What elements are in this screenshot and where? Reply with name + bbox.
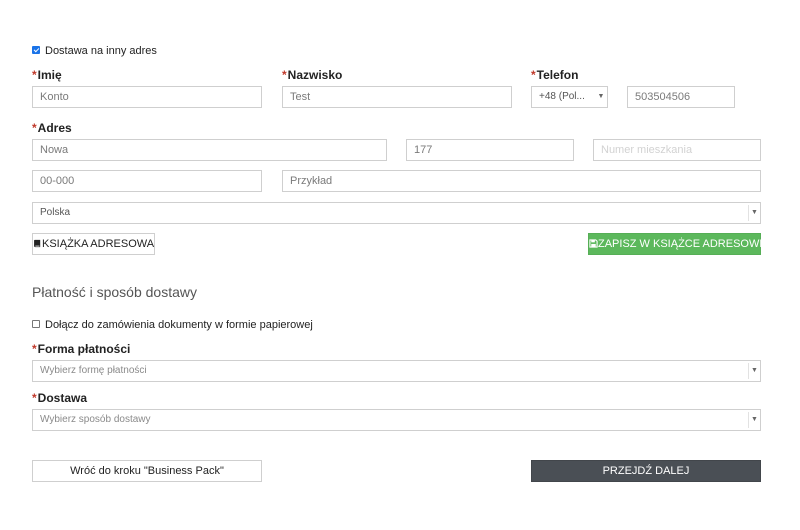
phone-prefix-value: +48 (Pol...: [539, 91, 585, 102]
floppy-disk-icon: [589, 238, 598, 248]
phone-label: *Telefon: [531, 68, 579, 82]
payment-method-select[interactable]: Wybierz formę płatności ▼: [32, 360, 761, 382]
delivery-label: *Dostawa: [32, 391, 88, 405]
last-name-input[interactable]: Test: [282, 86, 512, 108]
first-name-label: *Imię: [32, 68, 62, 82]
paper-docs-label: Dołącz do zamówienia dokumenty w formie …: [45, 319, 313, 331]
street-input[interactable]: Nowa: [32, 139, 387, 161]
address-label: *Adres: [32, 121, 72, 135]
back-button[interactable]: Wróć do kroku "Business Pack": [32, 460, 262, 482]
country-value: Polska: [40, 207, 71, 218]
chevron-down-icon: ▼: [748, 412, 760, 428]
delivery-other-address-checkbox[interactable]: [32, 46, 40, 54]
chevron-down-icon: ▼: [748, 205, 760, 221]
payment-section-title: Płatność i sposób dostawy: [32, 284, 197, 300]
payment-method-placeholder: Wybierz formę płatności: [40, 365, 147, 376]
chevron-down-icon: ▼: [597, 93, 605, 100]
delivery-other-address-label: Dostawa na inny adres: [45, 45, 157, 57]
last-name-label: *Nazwisko: [282, 68, 343, 82]
phone-input[interactable]: 503504506: [627, 86, 735, 108]
save-address-book-button[interactable]: ZAPISZ W KSIĄŻCE ADRESOWEJ: [588, 233, 772, 255]
chevron-down-icon: ▼: [748, 363, 760, 379]
building-number-input[interactable]: 177: [406, 139, 574, 161]
country-select[interactable]: Polska ▼: [32, 202, 761, 224]
city-input[interactable]: Przykład: [282, 170, 761, 192]
address-book-button[interactable]: KSIĄŻKA ADRESOWA: [32, 233, 155, 255]
postal-code-input[interactable]: 00-000: [32, 170, 262, 192]
phone-prefix-select[interactable]: +48 (Pol... ▼: [531, 86, 608, 108]
next-button[interactable]: PRZEJDŹ DALEJ: [531, 460, 761, 482]
book-icon: [34, 239, 41, 247]
first-name-input[interactable]: Konto: [32, 86, 262, 108]
delivery-select[interactable]: Wybierz sposób dostawy ▼: [32, 409, 761, 431]
payment-method-label: *Forma płatności: [32, 342, 131, 356]
delivery-placeholder: Wybierz sposób dostawy: [40, 414, 151, 425]
paper-docs-checkbox[interactable]: [32, 320, 40, 328]
apartment-number-input[interactable]: Numer mieszkania: [593, 139, 761, 161]
